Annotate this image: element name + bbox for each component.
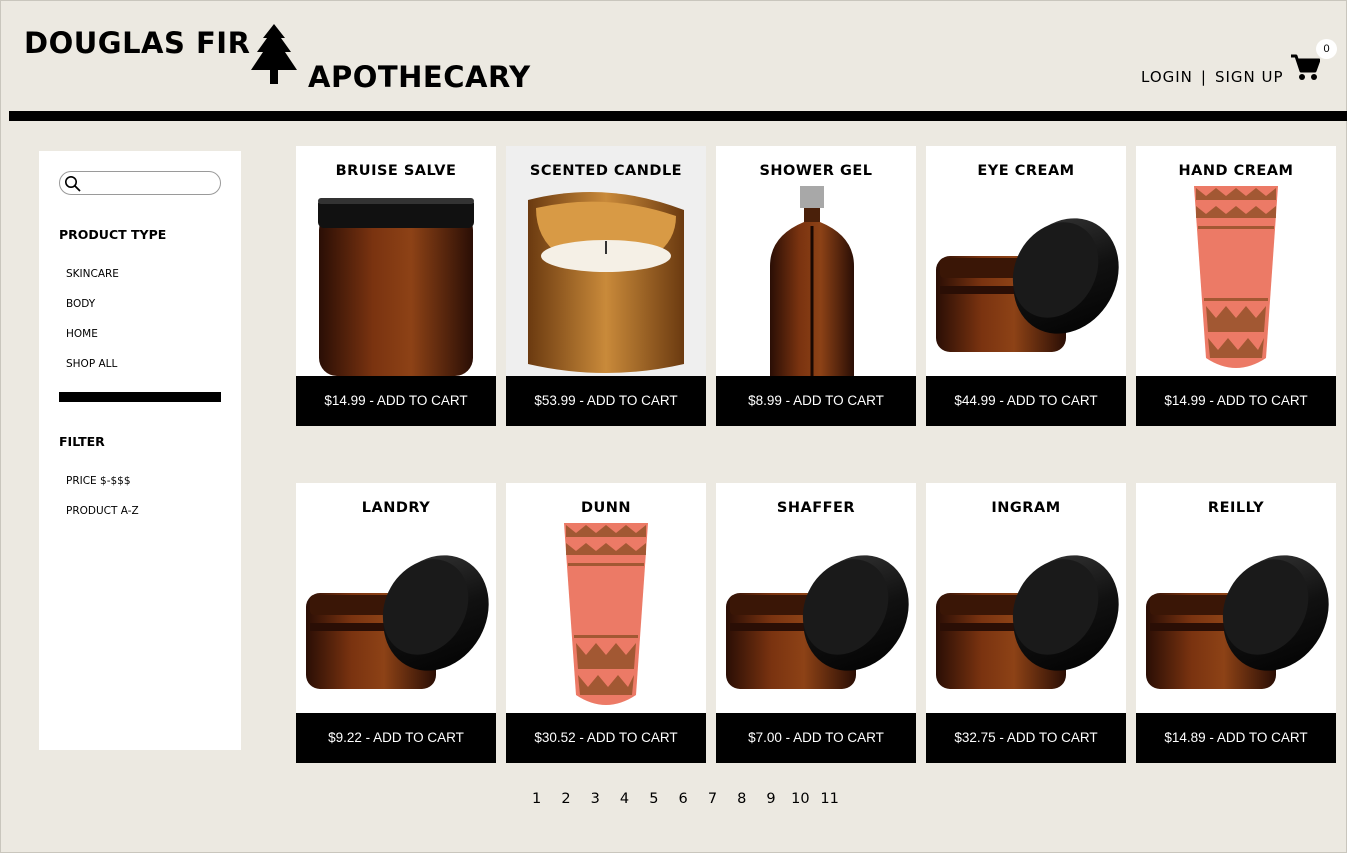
magnifier-icon — [65, 176, 81, 192]
filter-heading: FILTER — [59, 434, 105, 449]
product-card[interactable]: SHAFFER $7.00 - ADD TO CART — [716, 483, 916, 763]
pine-tree-icon — [251, 24, 297, 84]
page-link-1[interactable]: 1 — [522, 791, 551, 807]
page-link-4[interactable]: 4 — [610, 791, 639, 807]
search-box — [59, 171, 221, 195]
open-jar-image — [936, 218, 1119, 352]
product-card[interactable]: BRUISE SALVE $14.99 - ADD TO CART — [296, 146, 496, 426]
page-link-10[interactable]: 10 — [786, 791, 815, 807]
logo-title-line2[interactable]: APOTHECARY — [308, 60, 531, 94]
product-card[interactable]: EYE CREAM $44.99 - ADD TO CART — [926, 146, 1126, 426]
shopping-cart-icon[interactable] — [1290, 54, 1320, 82]
page-link-5[interactable]: 5 — [639, 791, 668, 807]
sidebar: PRODUCT TYPE SKINCARE BODY HOME SHOP ALL… — [39, 151, 241, 750]
signup-link[interactable]: SIGN UP — [1215, 68, 1284, 86]
add-to-cart-button[interactable]: $14.99 - ADD TO CART — [296, 376, 496, 426]
product-card[interactable]: LANDRY $9.22 - ADD TO CART — [296, 483, 496, 763]
product-name[interactable]: SHAFFER — [716, 500, 916, 516]
header-divider — [9, 111, 1347, 121]
product-name[interactable]: DUNN — [506, 500, 706, 516]
product-card[interactable]: INGRAM $32.75 - ADD TO CART — [926, 483, 1126, 763]
product-card[interactable]: SCENTED CANDLE $53.99 - ADD TO CART — [506, 146, 706, 426]
add-to-cart-button[interactable]: $7.00 - ADD TO CART — [716, 713, 916, 763]
sidebar-divider — [59, 392, 221, 402]
auth-separator: | — [1200, 68, 1207, 86]
open-jar-image — [936, 555, 1119, 689]
product-type-home[interactable]: HOME — [66, 327, 119, 357]
filter-alpha[interactable]: PRODUCT A-Z — [66, 504, 139, 534]
product-name[interactable]: LANDRY — [296, 500, 496, 516]
product-type-body[interactable]: BODY — [66, 297, 119, 327]
add-to-cart-button[interactable]: $9.22 - ADD TO CART — [296, 713, 496, 763]
page-link-9[interactable]: 9 — [756, 791, 785, 807]
product-name[interactable]: SHOWER GEL — [716, 163, 916, 179]
filter-price[interactable]: PRICE $-$$$ — [66, 474, 139, 504]
product-name[interactable]: INGRAM — [926, 500, 1126, 516]
add-to-cart-button[interactable]: $32.75 - ADD TO CART — [926, 713, 1126, 763]
open-jar-image — [726, 555, 909, 689]
product-name[interactable]: EYE CREAM — [926, 163, 1126, 179]
add-to-cart-button[interactable]: $8.99 - ADD TO CART — [716, 376, 916, 426]
add-to-cart-button[interactable]: $14.99 - ADD TO CART — [1136, 376, 1336, 426]
login-link[interactable]: LOGIN — [1141, 68, 1193, 86]
auth-links: LOGIN | SIGN UP — [1141, 68, 1284, 86]
open-jar-image — [306, 555, 489, 689]
product-type-shop-all[interactable]: SHOP ALL — [66, 357, 119, 387]
cart-count-badge: 0 — [1316, 39, 1337, 59]
product-type-heading: PRODUCT TYPE — [59, 227, 167, 242]
product-name[interactable]: HAND CREAM — [1136, 163, 1336, 179]
filter-list: PRICE $-$$$ PRODUCT A-Z — [66, 474, 139, 534]
tube-image — [1194, 186, 1278, 368]
product-card[interactable]: SHOWER GEL $8.99 - ADD TO CART — [716, 146, 916, 426]
product-card[interactable]: REILLY $14.89 - ADD TO CART — [1136, 483, 1336, 763]
page-link-7[interactable]: 7 — [698, 791, 727, 807]
add-to-cart-button[interactable]: $53.99 - ADD TO CART — [506, 376, 706, 426]
product-card[interactable]: HAND CREAM $14.99 - ADD TO CART — [1136, 146, 1336, 426]
pagination: 1 2 3 4 5 6 7 8 9 10 11 — [522, 791, 844, 807]
product-name[interactable]: BRUISE SALVE — [296, 163, 496, 179]
amber-jar-image — [318, 198, 474, 376]
add-to-cart-button[interactable]: $30.52 - ADD TO CART — [506, 713, 706, 763]
add-to-cart-button[interactable]: $14.89 - ADD TO CART — [1136, 713, 1336, 763]
product-card[interactable]: DUNN $30.52 - ADD TO CART — [506, 483, 706, 763]
page-link-11[interactable]: 11 — [815, 791, 844, 807]
page-link-6[interactable]: 6 — [668, 791, 697, 807]
search-input[interactable] — [84, 174, 216, 192]
page-link-8[interactable]: 8 — [727, 791, 756, 807]
tube-image — [564, 523, 648, 705]
candle-image — [528, 192, 684, 373]
product-name[interactable]: REILLY — [1136, 500, 1336, 516]
product-type-skincare[interactable]: SKINCARE — [66, 267, 119, 297]
page-link-2[interactable]: 2 — [551, 791, 580, 807]
logo-title-line1[interactable]: DOUGLAS FIR — [24, 26, 250, 60]
product-type-list: SKINCARE BODY HOME SHOP ALL — [66, 267, 119, 387]
product-name[interactable]: SCENTED CANDLE — [506, 163, 706, 179]
open-jar-image — [1146, 555, 1329, 689]
pump-bottle-image — [770, 186, 854, 376]
page-link-3[interactable]: 3 — [581, 791, 610, 807]
add-to-cart-button[interactable]: $44.99 - ADD TO CART — [926, 376, 1126, 426]
